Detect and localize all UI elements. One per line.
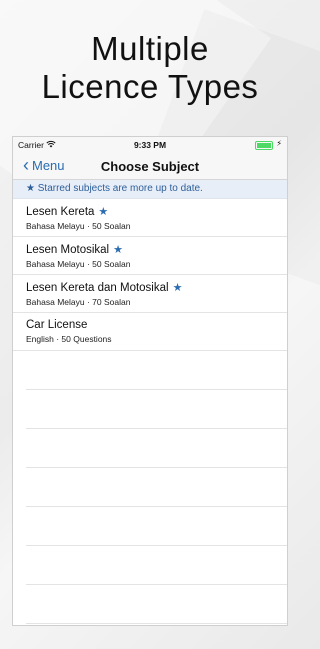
phone-screen: Carrier 9:33 PM ⚡ ‹ Menu Choose Subject … bbox=[12, 136, 288, 626]
subject-subtitle: English · 50 Questions bbox=[26, 334, 112, 344]
subject-row[interactable]: Lesen Motosikal ★ Bahasa Melayu · 50 Soal… bbox=[13, 237, 287, 275]
navigation-bar: ‹ Menu Choose Subject bbox=[13, 153, 287, 180]
empty-row bbox=[26, 429, 287, 468]
empty-row bbox=[26, 468, 287, 507]
empty-row bbox=[26, 390, 287, 429]
subject-title: Lesen Motosikal ★ bbox=[26, 244, 123, 256]
status-time: 9:33 PM bbox=[133, 140, 167, 150]
starred-notice: ★ Starred subjects are more up to date. bbox=[13, 180, 287, 199]
subject-title: Lesen Kereta dan Motosikal ★ bbox=[26, 282, 183, 294]
promo-line-2: Licence Types bbox=[41, 68, 259, 105]
subject-title: Lesen Kereta ★ bbox=[26, 206, 109, 218]
star-icon: ★ bbox=[113, 244, 123, 256]
empty-row bbox=[26, 507, 287, 546]
battery-icon bbox=[255, 141, 273, 150]
star-icon: ★ bbox=[98, 206, 109, 218]
subject-title: Car License bbox=[26, 319, 88, 331]
charging-bolt-icon: ⚡ bbox=[276, 139, 282, 148]
subject-row[interactable]: Lesen Kereta dan Motosikal ★ Bahasa Melay… bbox=[13, 275, 287, 313]
subject-row[interactable]: Lesen Kereta ★ Bahasa Melayu · 50 Soalan bbox=[13, 199, 287, 237]
subject-subtitle: Bahasa Melayu · 50 Soalan bbox=[26, 221, 131, 231]
empty-row bbox=[26, 585, 287, 624]
subject-subtitle: Bahasa Melayu · 50 Soalan bbox=[26, 259, 131, 269]
subject-row[interactable]: Car License English · 50 Questions bbox=[13, 313, 287, 351]
empty-row bbox=[26, 546, 287, 585]
promo-heading: Multiple Licence Types bbox=[0, 30, 300, 106]
subject-subtitle: Bahasa Melayu · 70 Soalan bbox=[26, 297, 131, 307]
status-bar: Carrier 9:33 PM ⚡ bbox=[13, 137, 287, 153]
empty-row bbox=[26, 351, 287, 390]
star-icon: ★ bbox=[172, 282, 183, 294]
page-title: Choose Subject bbox=[100, 159, 200, 174]
promo-line-1: Multiple bbox=[91, 30, 209, 67]
